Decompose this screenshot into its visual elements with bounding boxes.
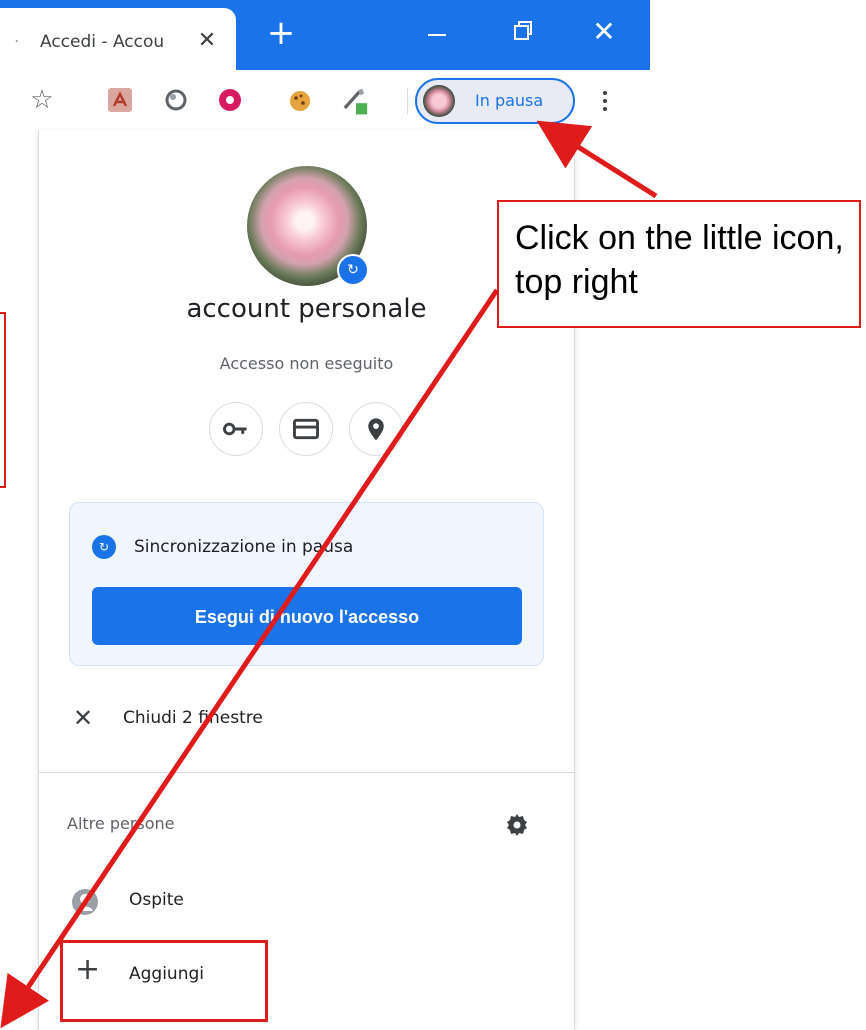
tab-strip: · Accedi - Accou ✕ + ✕ bbox=[0, 0, 650, 70]
guest-profile-item[interactable]: Ospite bbox=[39, 870, 574, 930]
donut-extension-icon[interactable] bbox=[214, 84, 246, 116]
profile-button[interactable]: In pausa bbox=[415, 78, 575, 124]
profile-status: Accesso non eseguito bbox=[219, 354, 394, 373]
sync-paused-icon: ↻ bbox=[92, 535, 116, 559]
profile-name: account personale bbox=[186, 294, 427, 324]
circle-extension-icon[interactable] bbox=[160, 84, 192, 116]
payments-button[interactable] bbox=[279, 402, 333, 456]
annotation-callout: Click on the little icon, top right bbox=[497, 200, 861, 328]
sync-paused-card: ↻ Sincronizzazione in pausa Esegui di nu… bbox=[69, 502, 544, 666]
annotation-box bbox=[0, 312, 6, 488]
toolbar-separator bbox=[407, 88, 408, 114]
profile-menu: ↻ account personale Accesso non eseguito… bbox=[38, 130, 575, 1030]
close-icon: ✕ bbox=[73, 704, 94, 732]
gear-icon[interactable] bbox=[505, 812, 529, 836]
minimize-button[interactable] bbox=[428, 34, 446, 36]
sign-in-again-button[interactable]: Esegui di nuovo l'accesso bbox=[92, 587, 522, 645]
add-highlight-box bbox=[60, 940, 268, 1022]
tab-close-icon[interactable]: ✕ bbox=[194, 28, 220, 54]
star-icon[interactable]: ☆ bbox=[26, 84, 58, 116]
profile-avatar bbox=[423, 85, 455, 117]
key-icon bbox=[223, 422, 247, 436]
guest-avatar-icon bbox=[72, 889, 98, 915]
passwords-button[interactable] bbox=[209, 402, 263, 456]
browser-menu-button[interactable] bbox=[601, 88, 609, 116]
restore-button[interactable] bbox=[513, 20, 533, 42]
credit-card-icon bbox=[293, 418, 319, 440]
pdf-extension-icon[interactable] bbox=[104, 84, 136, 116]
divider bbox=[39, 772, 574, 773]
new-tab-button[interactable]: + bbox=[265, 16, 297, 50]
tab-title: Accedi - Accou bbox=[40, 32, 165, 52]
sync-paused-icon: ↻ bbox=[337, 254, 369, 286]
close-windows-item[interactable]: ✕ Chiudi 2 finestre bbox=[39, 690, 574, 750]
guest-label: Ospite bbox=[129, 890, 184, 910]
eyedropper-extension-icon[interactable] bbox=[340, 84, 372, 116]
location-pin-icon bbox=[368, 418, 384, 441]
close-windows-label: Chiudi 2 finestre bbox=[123, 708, 263, 728]
tab-separator: · bbox=[14, 32, 20, 52]
addresses-button[interactable] bbox=[349, 402, 403, 456]
callout-text: Click on the little icon, top right bbox=[515, 219, 844, 301]
browser-toolbar: ☆ In pausa bbox=[0, 70, 650, 130]
profile-chip-label: In pausa bbox=[475, 91, 544, 110]
window-close-button[interactable]: ✕ bbox=[589, 14, 619, 50]
browser-tab[interactable]: · Accedi - Accou ✕ bbox=[0, 8, 236, 70]
other-people-heading: Altre persone bbox=[67, 814, 175, 833]
cookie-extension-icon[interactable] bbox=[284, 84, 316, 116]
sync-status-text: Sincronizzazione in pausa bbox=[134, 537, 354, 557]
